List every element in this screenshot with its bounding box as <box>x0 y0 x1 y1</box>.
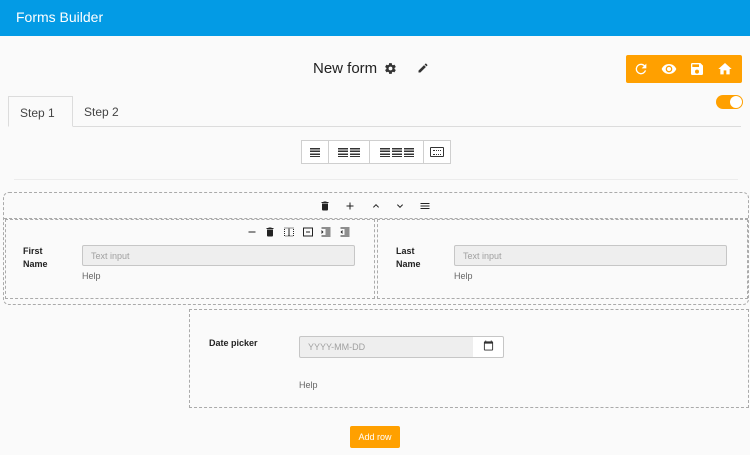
menu-icon[interactable] <box>419 199 431 211</box>
delete-icon[interactable] <box>319 199 331 211</box>
delete-icon[interactable] <box>264 225 276 237</box>
app-title: Forms Builder <box>16 9 104 25</box>
tab-step-1[interactable]: Step 1 <box>8 96 73 127</box>
form-actions-toolbar <box>626 55 742 83</box>
app-bar: Forms Builder <box>0 0 750 36</box>
keyboard-button[interactable] <box>424 141 450 163</box>
split-icon[interactable] <box>283 225 295 237</box>
section-divider <box>14 179 738 180</box>
column-lines-icon <box>350 147 360 157</box>
minus-icon[interactable] <box>246 225 258 237</box>
date-picker-input[interactable]: YYYY-MM-DD <box>299 336 474 358</box>
two-columns-button[interactable] <box>329 141 370 163</box>
indent-decrease-icon[interactable] <box>339 225 351 237</box>
toggle-switch[interactable] <box>716 95 743 109</box>
save-icon[interactable] <box>689 61 705 77</box>
layout-toolbar <box>301 140 451 164</box>
last-name-label: Last Name <box>396 246 421 269</box>
chevron-down-icon[interactable] <box>394 199 406 211</box>
first-name-label: First Name <box>23 246 48 269</box>
form-title: New form <box>313 60 378 77</box>
last-name-placeholder: Text input <box>463 251 502 261</box>
add-row-label: Add row <box>358 432 392 442</box>
calendar-button[interactable] <box>473 336 504 358</box>
date-placeholder: YYYY-MM-DD <box>308 342 366 352</box>
calendar-icon <box>483 338 494 356</box>
toggle-knob <box>730 96 742 108</box>
first-name-input[interactable]: Text input <box>82 245 355 266</box>
column-lines-icon <box>338 147 348 157</box>
tab-label: Step 2 <box>84 105 119 119</box>
one-column-icon <box>310 147 320 157</box>
indent-increase-icon[interactable] <box>320 225 332 237</box>
add-icon[interactable] <box>344 199 356 211</box>
one-column-button[interactable] <box>302 141 329 163</box>
column-lines-icon <box>391 147 402 157</box>
date-picker-block[interactable] <box>189 309 749 408</box>
merge-icon[interactable] <box>302 225 314 237</box>
date-picker-help: Help <box>299 380 318 390</box>
column-lines-icon <box>379 147 390 157</box>
date-picker-label: Date picker <box>209 338 258 348</box>
tab-label: Step 1 <box>20 106 55 120</box>
last-name-input[interactable]: Text input <box>454 245 727 266</box>
last-name-help: Help <box>454 271 473 281</box>
home-icon[interactable] <box>717 61 733 77</box>
pencil-icon[interactable] <box>417 62 429 74</box>
column-lines-icon <box>403 147 414 157</box>
first-name-placeholder: Text input <box>91 251 130 261</box>
keyboard-icon <box>430 147 444 157</box>
gear-icon[interactable] <box>384 62 397 75</box>
add-row-button[interactable]: Add row <box>350 426 400 448</box>
three-columns-button[interactable] <box>370 141 424 163</box>
refresh-icon[interactable] <box>633 61 649 77</box>
eye-icon[interactable] <box>661 61 677 77</box>
tab-step-2[interactable]: Step 2 <box>84 96 119 127</box>
first-name-help: Help <box>82 271 101 281</box>
chevron-up-icon[interactable] <box>370 199 382 211</box>
